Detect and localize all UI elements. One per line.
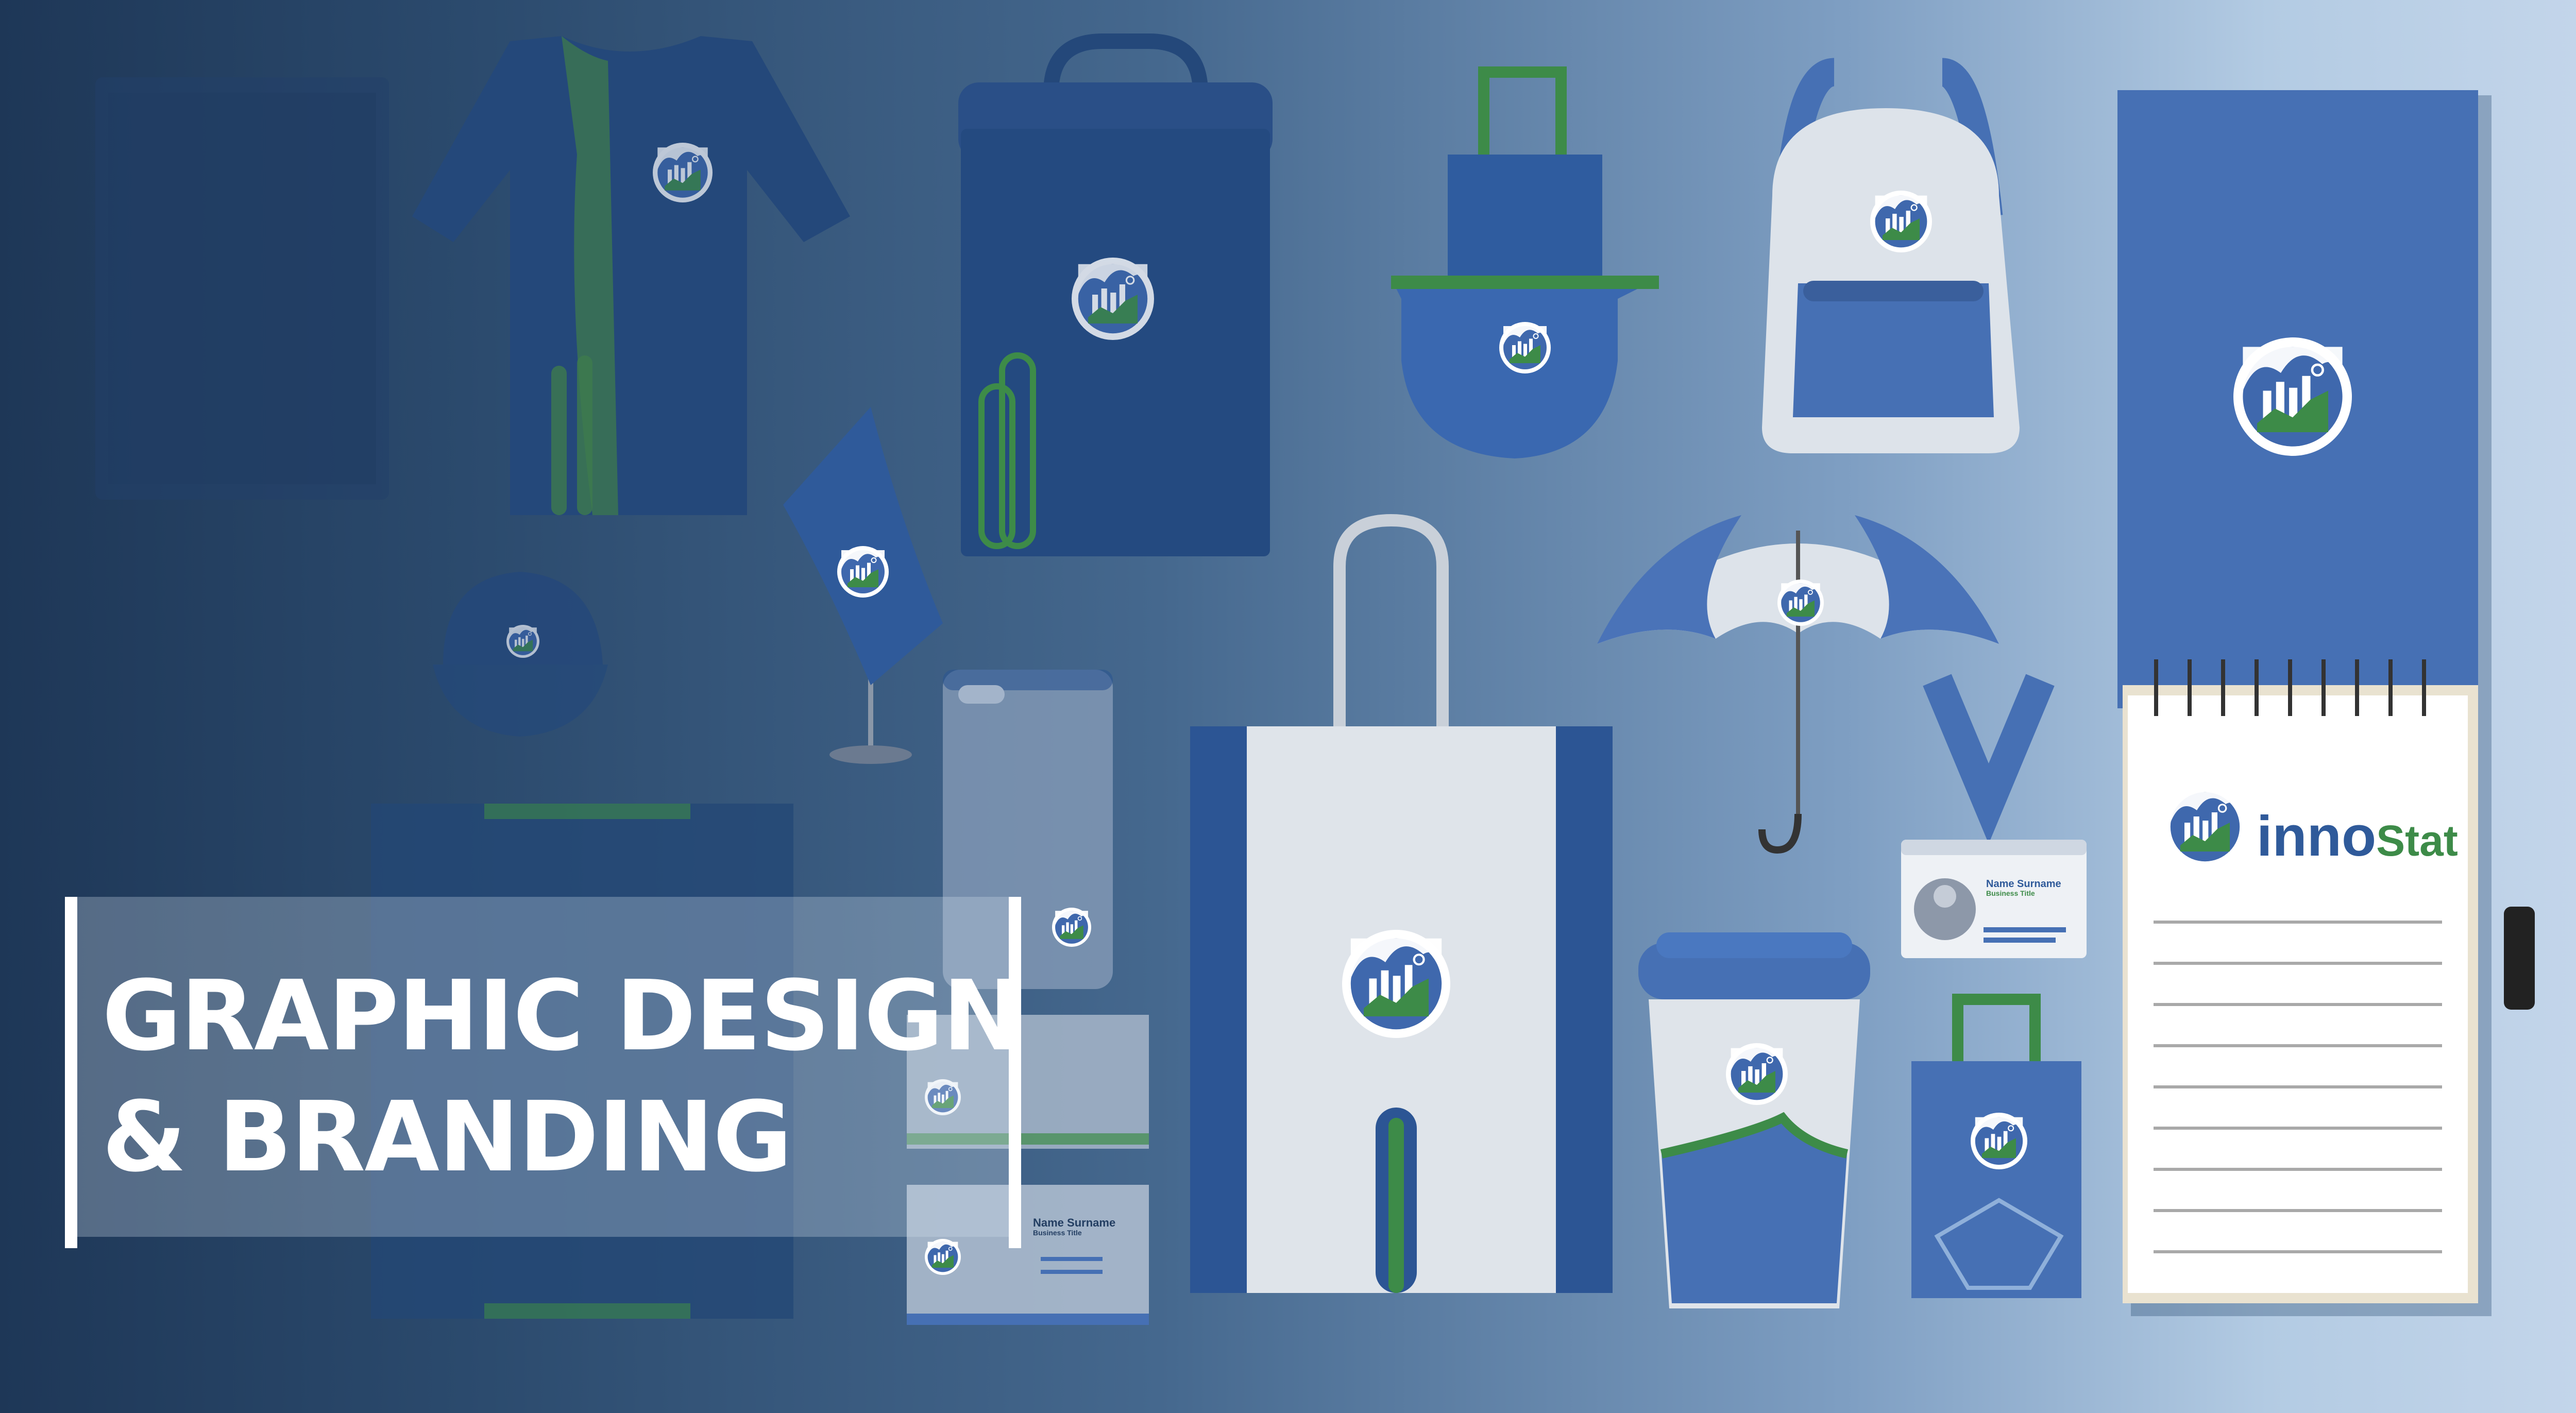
container-mockup xyxy=(958,33,1273,556)
headline-line-2: & BRANDING xyxy=(102,1081,792,1194)
notepad-mockup xyxy=(2117,90,2535,1316)
tshirt-mockup xyxy=(412,36,850,515)
id-badge-name: Name Surname xyxy=(1986,878,2061,890)
cap-mockup xyxy=(433,572,608,737)
id-badge-mockup xyxy=(1901,674,2087,958)
headline: GRAPHIC DESIGN & BRANDING xyxy=(102,956,1024,1198)
coffee-cup-mockup xyxy=(1638,932,1870,1308)
id-badge-text: Name Surname Business Title xyxy=(1986,878,2061,897)
headline-line-1: GRAPHIC DESIGN xyxy=(102,960,1024,1072)
paper-bag-mockup xyxy=(1190,514,1613,1293)
business-card-name: Name Surname xyxy=(1033,1216,1116,1229)
notebook-mockup xyxy=(95,77,389,500)
brand-wordmark: innoStat xyxy=(2257,804,2458,869)
brand-name-part1: inno xyxy=(2257,805,2377,868)
business-card-title: Business Title xyxy=(1033,1229,1082,1237)
desk-flag-mockup xyxy=(783,407,943,764)
branding-banner: GRAPHIC DESIGN & BRANDING innoStat Name … xyxy=(0,0,2576,1413)
id-badge-title: Business Title xyxy=(1986,889,2035,897)
brand-name-part2: Stat xyxy=(2376,816,2458,865)
apron-mockup xyxy=(1391,66,1659,458)
backpack-mockup xyxy=(1762,58,2020,453)
small-bag-mockup xyxy=(1911,994,2081,1298)
business-card-text: Name Surname Business Title xyxy=(1033,1216,1116,1237)
left-divider-bar xyxy=(65,897,77,1248)
